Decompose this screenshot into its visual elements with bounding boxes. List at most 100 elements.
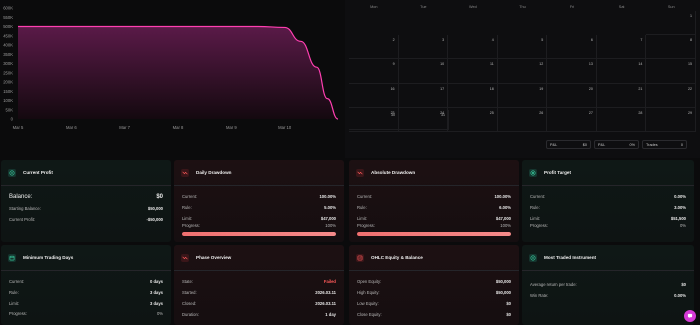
current-value: 100.00% [494,194,511,199]
day-number: 7 [640,38,643,43]
calendar-day[interactable]: 16 [349,83,399,108]
x-tick-label: Mar 5 [13,125,24,130]
profit-target-card: Profit Target Current: 0.00% Rule: 3.00%… [522,160,694,242]
card-title: Daily Drawdown [196,170,232,175]
day-number: 6 [590,38,593,43]
equity-area [18,26,338,119]
calendar-day[interactable]: 9 [349,59,399,84]
limit-label: Limit: [530,216,541,221]
y-tick-label: 550K [3,15,13,20]
calendar-stats: P&L $0 P&L 0% Trades 0 [546,140,687,149]
weekday-header: Thu [519,5,526,9]
calendar-day[interactable]: 7 [596,35,647,60]
day-number: 22 [688,86,692,91]
y-tick-label: 350K [3,52,13,57]
calendar-day[interactable]: 31 [399,110,449,130]
chat-bubble-icon[interactable] [684,310,696,322]
starting-balance-value: $50,000 [147,206,163,211]
calendar-day[interactable]: 15 [646,59,696,84]
progress-value: 100% [500,223,511,228]
limit-value: $47,000 [495,216,511,221]
close-equity-value: $0 [506,312,511,317]
calendar-day [399,11,449,35]
stat-label: P&L [598,142,606,147]
x-tick-label: Mar 10 [278,125,292,130]
card-header: Daily Drawdown [174,160,344,186]
calendar-day [597,11,647,35]
day-number: 18 [489,86,494,91]
low-equity-row: Low Equity: $0 [357,298,511,309]
y-tick-label: 200K [3,80,13,85]
calendar-day[interactable]: 14 [596,59,647,84]
calendar-day[interactable]: 13 [547,59,597,84]
calendar-day[interactable]: 22 [646,83,696,108]
calendar-day[interactable]: 18 [448,83,498,108]
progress-fill [182,232,336,236]
avg-return-row: Average return per trade: $0 [530,279,686,290]
calendar-day[interactable]: 1 [646,11,696,36]
weekday-header: Sun [667,5,675,9]
limit-label: Limit: [9,301,20,306]
current-row: Current: 0 days [9,276,163,287]
day-number: 29 [688,110,692,115]
calendar-extra-row: 30 31 [349,110,449,130]
high-equity-value: $50,000 [495,290,511,295]
calendar-day[interactable]: 5 [497,35,548,60]
calendar-day[interactable]: 2 [349,35,399,60]
calendar-day[interactable]: 12 [497,59,548,84]
calendar-day[interactable]: 10 [398,59,449,84]
day-number: 30 [391,113,395,117]
calendar-day[interactable]: 4 [448,35,498,60]
calendar-day[interactable]: 11 [448,59,498,84]
progress-value: 0% [679,223,686,228]
calendar-day[interactable]: 26 [497,107,548,132]
rule-value: 6.00% [499,205,511,210]
card-title: Absolute Drawdown [371,170,416,175]
calendar-day[interactable]: 17 [398,83,449,108]
high-equity-label: High Equity: [357,290,380,295]
calendar-day[interactable]: 3 [398,35,449,60]
duration-value: 1 day [325,312,336,317]
x-tick-label: Mar 7 [119,125,130,130]
progress-label: Progress: [182,223,200,228]
day-number: 12 [539,62,544,67]
stat-value: 0% [629,142,636,147]
day-number: 20 [588,86,593,91]
progress-row: Progress: 0% [9,311,163,316]
calendar-day[interactable]: 19 [497,83,548,108]
card-title: Profit Target [544,170,571,175]
close-equity-label: Close Equity: [357,312,382,317]
day-number: 10 [440,62,445,67]
stat-pnl-percent: P&L 0% [594,140,639,149]
calendar-day[interactable]: 20 [547,83,597,108]
state-label: State: [182,279,193,284]
weekday-header: Fri [569,5,575,9]
calendar-day[interactable]: 30 [349,110,399,130]
day-number: 28 [638,110,643,115]
limit-label: Limit: [182,216,193,221]
day-number: 1 [690,14,692,18]
rule-row: Rule: 3 days [9,287,163,298]
started-label: Started: [182,290,197,295]
card-title: Current Profit [23,170,53,175]
calendar-day[interactable]: 25 [448,107,498,132]
calendar-day[interactable]: 28 [596,107,647,132]
balance-row: Balance: $0 [9,191,163,203]
calendar-day [349,11,399,35]
open-equity-label: Open Equity: [357,279,382,284]
open-equity-value: $50,000 [495,279,511,284]
card-header: Absolute Drawdown [349,160,519,186]
equity-icon [356,253,364,262]
stat-value: 0 [680,142,683,147]
closed-label: Closed: [182,301,197,306]
calendar-panel: Mon Tue Wed Thu Fri Sat Sun 1 2 3 4 5 6 7 8 9 10 11 12 13 14… [345,0,700,158]
calendar-day[interactable]: 21 [596,83,647,108]
calendar-day[interactable]: 27 [547,107,597,132]
rule-label: Rule: [9,290,19,295]
calendar-day[interactable]: 6 [547,35,597,60]
calendar-day[interactable]: 8 [646,35,696,60]
balance-label: Balance: [9,194,33,200]
day-number: 17 [440,86,445,91]
rule-value: 3.00% [674,205,686,210]
calendar-day[interactable]: 29 [646,107,696,132]
